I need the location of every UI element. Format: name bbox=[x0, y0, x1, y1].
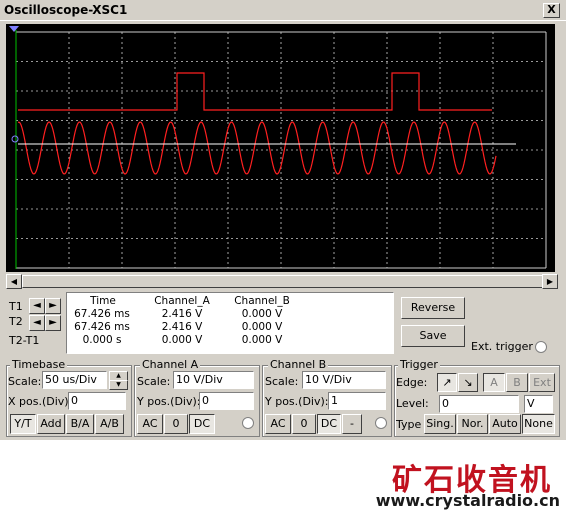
mode-add-button[interactable]: Add bbox=[37, 414, 65, 434]
timebase-xpos-label: X pos.(Div): bbox=[8, 395, 73, 408]
trigger-level-marker[interactable] bbox=[11, 135, 19, 143]
channel-a-ac-button[interactable]: AC bbox=[137, 414, 163, 434]
t2-channel-a: 2.416 V bbox=[161, 321, 203, 333]
trigger-normal-button[interactable]: Nor. bbox=[457, 414, 488, 434]
trigger-level-unit[interactable]: V bbox=[524, 395, 553, 413]
channel-a-title: Channel A bbox=[140, 358, 201, 371]
t1-time: 67.426 ms bbox=[74, 308, 130, 320]
channel-b-zero-button[interactable]: 0 bbox=[292, 414, 316, 434]
trigger-auto-button[interactable]: Auto bbox=[489, 414, 521, 434]
cursor-t1-label: T1 bbox=[9, 300, 23, 313]
channel-b-ac-button[interactable]: AC bbox=[265, 414, 291, 434]
channel-a-ypos-label: Y pos.(Div): bbox=[137, 395, 201, 408]
channel-a-zero-button[interactable]: 0 bbox=[164, 414, 188, 434]
trigger-source-b-button[interactable]: B bbox=[506, 373, 528, 392]
oscilloscope-window: Oscilloscope-XSC1 X ◀ ▶ T1 T2 T2-T1 ◄ ► … bbox=[0, 0, 566, 440]
channel-a-scale-field[interactable]: 10 V/Div bbox=[173, 371, 254, 389]
timebase-scale-field[interactable]: 50 us/Div bbox=[42, 371, 107, 389]
reverse-button[interactable]: Reverse bbox=[401, 297, 465, 319]
trigger-none-button[interactable]: None bbox=[522, 414, 555, 434]
cursor-diff-label: T2-T1 bbox=[9, 334, 40, 347]
measurement-readout: Time Channel_A Channel_B 67.426 ms 2.416… bbox=[66, 292, 394, 354]
channel-b-scale-label: Scale: bbox=[265, 375, 299, 388]
channel-b-title: Channel B bbox=[268, 358, 329, 371]
channel-b-dc-button[interactable]: DC bbox=[317, 414, 341, 434]
channel-a-dc-button[interactable]: DC bbox=[189, 414, 215, 434]
horizontal-scrollbar[interactable]: ◀ ▶ bbox=[6, 274, 558, 289]
diff-channel-b: 0.000 V bbox=[241, 334, 283, 346]
save-button[interactable]: Save bbox=[401, 325, 465, 347]
t2-right-arrow-icon[interactable]: ► bbox=[45, 315, 61, 331]
trigger-source-a-button[interactable]: A bbox=[483, 373, 505, 392]
brand-url: www.crystalradio.cn bbox=[375, 491, 560, 510]
rising-edge-icon[interactable]: ↗ bbox=[437, 373, 457, 392]
scroll-left-icon[interactable]: ◀ bbox=[6, 274, 22, 289]
scope-display bbox=[6, 24, 555, 272]
t2-left-arrow-icon[interactable]: ◄ bbox=[29, 315, 45, 331]
cursor-t2-label: T2 bbox=[9, 315, 23, 328]
title-bar: Oscilloscope-XSC1 X bbox=[0, 0, 566, 21]
channel-b-scale-field[interactable]: 10 V/Div bbox=[302, 371, 386, 389]
header-channel-a: Channel_A bbox=[154, 295, 210, 307]
channel-a-color-radio[interactable] bbox=[242, 417, 254, 429]
scroll-track[interactable] bbox=[22, 275, 544, 288]
trigger-source-ext-button[interactable]: Ext bbox=[529, 373, 555, 392]
trigger-title: Trigger bbox=[398, 358, 440, 371]
t1-channel-b: 0.000 V bbox=[241, 308, 283, 320]
header-time: Time bbox=[90, 295, 116, 307]
window-title: Oscilloscope-XSC1 bbox=[4, 3, 128, 17]
channel-b-color-radio[interactable] bbox=[375, 417, 387, 429]
channel-a-trace bbox=[17, 121, 497, 175]
mode-ba-button[interactable]: B/A bbox=[66, 414, 94, 434]
falling-edge-icon[interactable]: ↘ bbox=[458, 373, 478, 392]
t1-channel-a: 2.416 V bbox=[161, 308, 203, 320]
timebase-scale-down-icon[interactable]: ▼ bbox=[109, 380, 128, 390]
channel-b-ypos-label: Y pos.(Div): bbox=[265, 395, 329, 408]
t1-left-arrow-icon[interactable]: ◄ bbox=[29, 298, 45, 314]
scope-graph bbox=[9, 26, 547, 269]
t1-right-arrow-icon[interactable]: ► bbox=[45, 298, 61, 314]
channel-a-ypos-field[interactable]: 0 bbox=[199, 392, 254, 410]
diff-time: 0.000 s bbox=[82, 334, 122, 346]
timebase-title: Timebase bbox=[10, 358, 68, 371]
ext-trigger-radio[interactable] bbox=[535, 341, 547, 353]
trigger-single-button[interactable]: Sing. bbox=[424, 414, 456, 434]
channel-b-trace bbox=[18, 72, 492, 111]
trigger-edge-label: Edge: bbox=[396, 376, 428, 389]
ext-trigger-label: Ext. trigger bbox=[471, 340, 533, 353]
trigger-type-label: Type bbox=[396, 418, 422, 431]
scroll-right-icon[interactable]: ▶ bbox=[542, 274, 558, 289]
trigger-level-label: Level: bbox=[396, 397, 429, 410]
header-channel-b: Channel_B bbox=[234, 295, 290, 307]
t2-time: 67.426 ms bbox=[74, 321, 130, 333]
timebase-scale-label: Scale: bbox=[8, 375, 42, 388]
mode-ab-button[interactable]: A/B bbox=[95, 414, 124, 434]
channel-b-invert-button[interactable]: - bbox=[342, 414, 362, 434]
channel-b-ypos-field[interactable]: 1 bbox=[328, 392, 386, 410]
timebase-xpos-field[interactable]: 0 bbox=[68, 392, 126, 410]
diff-channel-a: 0.000 V bbox=[161, 334, 203, 346]
scroll-thumb[interactable] bbox=[22, 275, 544, 288]
close-button[interactable]: X bbox=[543, 3, 560, 18]
trigger-level-field[interactable]: 0 bbox=[439, 395, 519, 413]
channel-a-scale-label: Scale: bbox=[137, 375, 171, 388]
cursor-t1-marker[interactable] bbox=[9, 26, 19, 32]
t2-channel-b: 0.000 V bbox=[241, 321, 283, 333]
mode-yt-button[interactable]: Y/T bbox=[10, 414, 36, 434]
